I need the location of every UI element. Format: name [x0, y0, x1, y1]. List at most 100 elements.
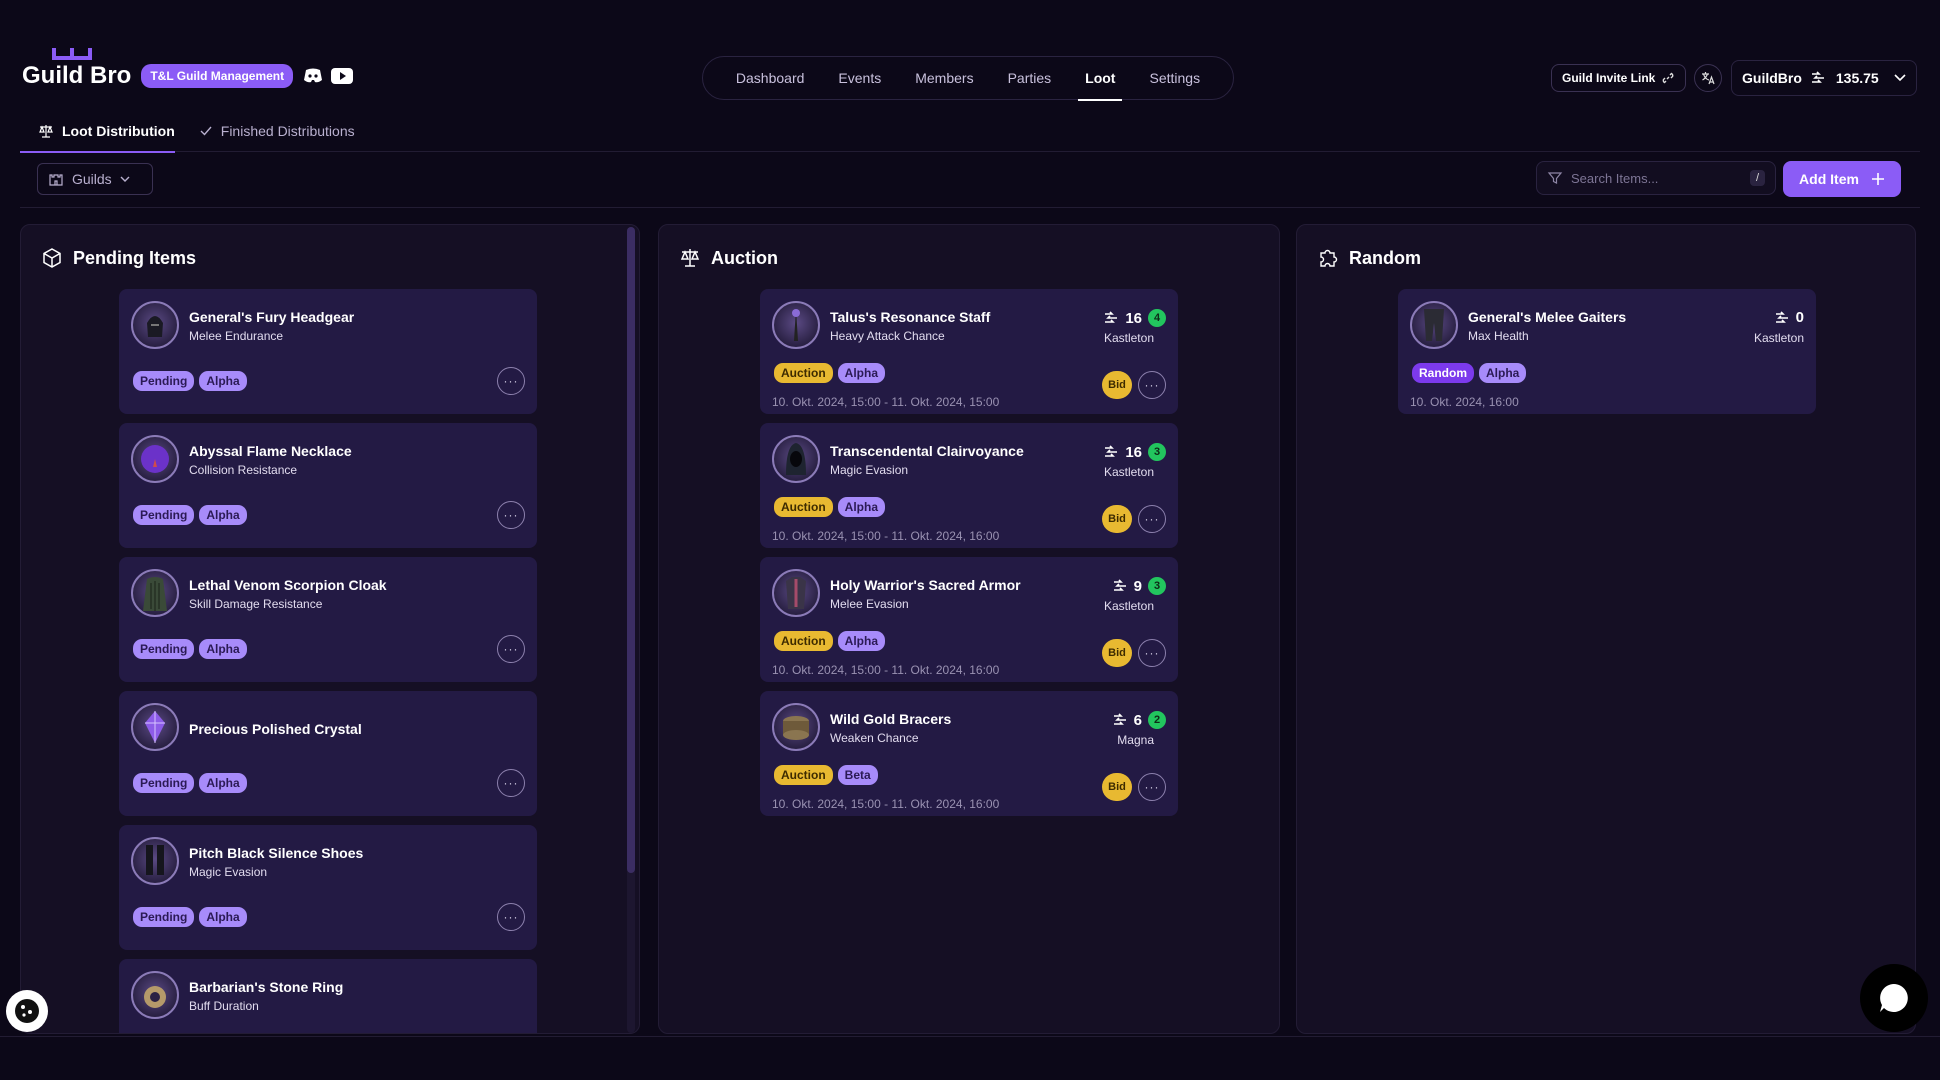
nav-dashboard[interactable]: Dashboard	[719, 56, 822, 100]
item-name: Abyssal Flame Necklace	[189, 443, 352, 459]
price-value: 9	[1133, 577, 1142, 595]
bid-count-badge: 3	[1148, 443, 1166, 461]
staff-icon	[792, 309, 800, 341]
more-options-button[interactable]: ···	[1138, 639, 1166, 667]
translate-icon	[1702, 72, 1715, 85]
youtube-icon[interactable]	[331, 68, 354, 84]
status-badge: Pending	[133, 371, 195, 391]
auction-card[interactable]: Holy Warrior's Sacred Armor Melee Evasio…	[760, 557, 1178, 682]
nav-settings[interactable]: Settings	[1132, 56, 1217, 100]
more-options-button[interactable]: ···	[1138, 505, 1166, 533]
item-stat: Magic Evasion	[189, 865, 268, 879]
search-placeholder: Search Items...	[1571, 170, 1659, 186]
gaiters-icon	[1424, 309, 1444, 341]
item-thumbnail	[131, 837, 179, 885]
nav-events[interactable]: Events	[821, 56, 898, 100]
translate-button[interactable]	[1694, 64, 1722, 92]
item-thumbnail	[772, 435, 820, 483]
bid-button[interactable]: Bid	[1102, 773, 1132, 801]
item-thumbnail	[1410, 301, 1458, 349]
nav-members[interactable]: Members	[898, 56, 990, 100]
hood-icon	[786, 443, 806, 475]
item-thumbnail	[131, 435, 179, 483]
price-value: 0	[1795, 309, 1804, 326]
chat-bubble-icon	[1880, 984, 1908, 1012]
bid-button[interactable]: Bid	[1102, 505, 1132, 533]
invite-label: Guild Invite Link	[1562, 71, 1656, 85]
chat-button[interactable]	[1860, 964, 1928, 1032]
guild-invite-link-button[interactable]: Guild Invite Link	[1551, 64, 1687, 92]
item-card[interactable]: Pitch Black Silence Shoes Magic Evasion …	[119, 825, 537, 950]
item-location: Kastleton	[1103, 331, 1154, 345]
random-card[interactable]: General's Melee Gaiters Max Health 0 Kas…	[1398, 289, 1816, 414]
more-options-button[interactable]: ···	[497, 769, 525, 797]
more-options-button[interactable]: ···	[497, 501, 525, 529]
nav-loot[interactable]: Loot	[1068, 56, 1132, 101]
more-options-button[interactable]: ···	[497, 635, 525, 663]
item-stat: Buff Duration	[189, 999, 259, 1013]
guild-badge: Alpha	[199, 505, 247, 525]
item-name: Barbarian's Stone Ring	[189, 979, 344, 995]
item-stat: Collision Resistance	[189, 463, 298, 477]
item-name: Transcendental Clairvoyance	[830, 443, 1024, 459]
status-badge: Pending	[133, 907, 195, 927]
bid-count-badge: 2	[1148, 711, 1166, 729]
status-badge: Random	[1412, 363, 1474, 383]
scale-icon	[39, 125, 53, 138]
random-date: 10. Okt. 2024, 16:00	[1410, 395, 1519, 409]
auction-period: 10. Okt. 2024, 15:00 - 11. Okt. 2024, 15…	[772, 395, 1000, 409]
auction-period: 10. Okt. 2024, 15:00 - 11. Okt. 2024, 16…	[772, 529, 1000, 543]
auction-card[interactable]: Wild Gold Bracers Weaken Chance 6 2 Magn…	[760, 691, 1178, 816]
item-card[interactable]: General's Fury Headgear Melee Endurance …	[119, 289, 537, 414]
box-icon	[43, 248, 61, 268]
add-item-button[interactable]: Add Item	[1783, 161, 1901, 197]
price: 9 3	[1112, 577, 1166, 595]
brand[interactable]: Guild Bro T&L Guild Management	[22, 48, 354, 90]
item-card[interactable]: Precious Polished Crystal Pending Alpha …	[119, 691, 537, 816]
price: 16 4	[1103, 309, 1166, 327]
auction-card[interactable]: Talus's Resonance Staff Heavy Attack Cha…	[760, 289, 1178, 414]
item-name: Wild Gold Bracers	[830, 711, 952, 727]
item-card[interactable]: Lethal Venom Scorpion Cloak Skill Damage…	[119, 557, 537, 682]
bid-count-badge: 3	[1148, 577, 1166, 595]
crown-logo-icon	[52, 48, 92, 60]
cloak-icon	[143, 577, 167, 611]
cookie-settings-button[interactable]	[6, 990, 48, 1032]
item-card[interactable]: Abyssal Flame Necklace Collision Resista…	[119, 423, 537, 548]
guild-badge: Alpha	[199, 371, 247, 391]
more-options-button[interactable]: ···	[1138, 773, 1166, 801]
more-options-button[interactable]: ···	[1138, 371, 1166, 399]
price: 0	[1774, 309, 1804, 326]
auction-card[interactable]: Transcendental Clairvoyance Magic Evasio…	[760, 423, 1178, 548]
status-badge: Auction	[774, 631, 833, 651]
status-badge: Auction	[774, 765, 833, 785]
nav-parties[interactable]: Parties	[991, 56, 1069, 100]
ellipsis-icon: ···	[1144, 512, 1160, 526]
more-options-button[interactable]: ···	[497, 367, 525, 395]
more-options-button[interactable]: ···	[497, 903, 525, 931]
user-menu[interactable]: GuildBro 135.75	[1731, 60, 1917, 96]
search-items-input[interactable]: Search Items... /	[1536, 161, 1776, 195]
discord-icon[interactable]	[303, 68, 323, 84]
item-location: Kastleton	[1103, 599, 1154, 613]
bid-button[interactable]: Bid	[1102, 639, 1132, 667]
tab-loot-distribution[interactable]: Loot Distribution	[20, 110, 175, 153]
item-name: Talus's Resonance Staff	[830, 309, 991, 325]
bid-button[interactable]: Bid	[1102, 371, 1132, 399]
ellipsis-icon: ···	[1144, 378, 1160, 392]
status-badge: Pending	[133, 639, 195, 659]
dkp-icon	[1105, 445, 1118, 457]
item-thumbnail	[772, 569, 820, 617]
dkp-icon	[1775, 310, 1788, 323]
search-shortcut: /	[1749, 170, 1765, 186]
tab-finished-distributions[interactable]: Finished Distributions	[199, 110, 355, 152]
scrollbar-thumb[interactable]	[627, 227, 635, 873]
item-stat: Weaken Chance	[830, 731, 919, 745]
item-thumbnail	[131, 971, 179, 1019]
guild-badge: Alpha	[837, 631, 886, 651]
guilds-filter-button[interactable]: Guilds	[37, 163, 153, 195]
price-value: 16	[1125, 443, 1142, 461]
item-card[interactable]: Barbarian's Stone Ring Buff Duration	[119, 959, 537, 1033]
auction-period: 10. Okt. 2024, 15:00 - 11. Okt. 2024, 16…	[772, 663, 1000, 677]
item-location: Kastleton	[1103, 465, 1154, 479]
